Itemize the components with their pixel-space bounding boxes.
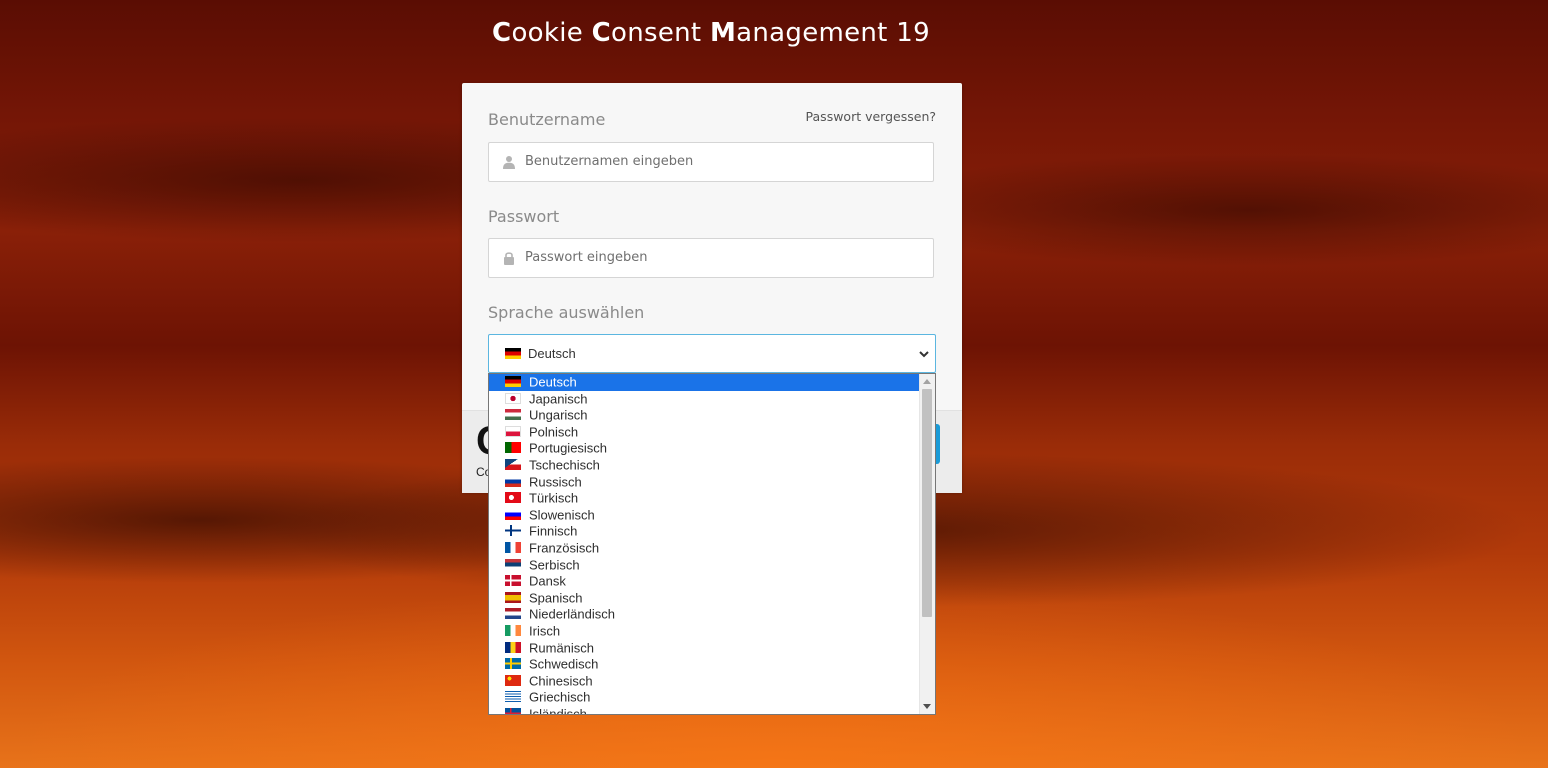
- flag-si-icon: [505, 508, 521, 520]
- flag-fi-icon: [505, 525, 521, 537]
- language-option-label: Türkisch: [529, 490, 579, 506]
- flag-is-icon: [505, 707, 521, 714]
- language-selected-value: Deutsch: [528, 346, 576, 361]
- language-option[interactable]: Niederländisch: [489, 606, 919, 623]
- language-option[interactable]: Polnisch: [489, 424, 919, 441]
- language-dropdown-list[interactable]: Deutsch Japanisch Ungarisch Polnisch Portugi…: [488, 373, 936, 715]
- language-option[interactable]: Tschechisch: [489, 457, 919, 474]
- flag-hu-icon: [505, 409, 521, 421]
- language-option[interactable]: Deutsch: [489, 374, 919, 391]
- flag-gr-icon: [505, 691, 521, 703]
- flag-de-icon: [505, 348, 521, 359]
- language-option[interactable]: Dansk: [489, 573, 919, 590]
- language-option[interactable]: Serbisch: [489, 557, 919, 574]
- language-option-label: Dansk: [529, 573, 566, 589]
- flag-pt-icon: [505, 442, 521, 454]
- username-placeholder: Benutzernamen eingeben: [525, 154, 694, 169]
- forgot-password-link[interactable]: Passwort vergessen?: [806, 109, 936, 124]
- flag-dk-icon: [505, 575, 521, 587]
- language-option-label: Polnisch: [529, 424, 579, 440]
- language-option-label: Deutsch: [529, 374, 577, 390]
- language-option-label: Finnisch: [529, 523, 578, 539]
- language-option[interactable]: Ungarisch: [489, 407, 919, 424]
- flag-cz-icon: [505, 459, 521, 471]
- language-option-label: Serbisch: [529, 556, 580, 572]
- language-option-label: Ungarisch: [529, 407, 588, 423]
- language-option-label: Slowenisch: [529, 507, 595, 523]
- flag-se-icon: [505, 658, 521, 670]
- scroll-up-arrow-icon[interactable]: [923, 379, 931, 384]
- scroll-down-arrow-icon[interactable]: [923, 704, 931, 709]
- language-option-label: Spanisch: [529, 589, 583, 605]
- flag-ie-icon: [505, 624, 521, 636]
- app-title: Cookie Consent Management 19: [0, 18, 1422, 48]
- flag-ru-icon: [505, 475, 521, 487]
- language-option-label: Französisch: [529, 540, 600, 556]
- password-label: Passwort: [488, 207, 560, 226]
- flag-de-icon: [505, 376, 521, 388]
- dropdown-scrollbar[interactable]: [919, 374, 935, 714]
- language-option-label: Niederländisch: [529, 606, 615, 622]
- flag-es-icon: [505, 591, 521, 603]
- language-option[interactable]: Chinesisch: [489, 673, 919, 690]
- lock-icon: [504, 252, 514, 265]
- flag-tr-icon: [505, 492, 521, 504]
- title-part: Cookie: [492, 18, 592, 48]
- flag-pl-icon: [505, 425, 521, 437]
- title-part: Management 19: [709, 18, 930, 48]
- language-option-label: Russisch: [529, 473, 582, 489]
- language-options: Deutsch Japanisch Ungarisch Polnisch Portugi…: [489, 374, 919, 715]
- language-option[interactable]: Rumänisch: [489, 640, 919, 657]
- username-input[interactable]: Benutzernamen eingeben: [488, 142, 934, 182]
- language-option[interactable]: Schwedisch: [489, 656, 919, 673]
- language-option[interactable]: Türkisch: [489, 490, 919, 507]
- language-option-label: Rumänisch: [529, 639, 595, 655]
- flag-nl-icon: [505, 608, 521, 620]
- flag-cn-icon: [505, 674, 521, 686]
- language-option-label: Japanisch: [529, 390, 588, 406]
- language-option[interactable]: Französisch: [489, 540, 919, 557]
- language-select[interactable]: Deutsch: [488, 334, 936, 373]
- language-option[interactable]: Portugiesisch: [489, 440, 919, 457]
- language-option-label: Irisch: [529, 623, 561, 639]
- scroll-thumb[interactable]: [922, 389, 932, 617]
- language-label: Sprache auswählen: [488, 303, 645, 322]
- title-part: Consent: [591, 18, 710, 48]
- language-option[interactable]: Slowenisch: [489, 507, 919, 524]
- language-option[interactable]: Japanisch: [489, 391, 919, 408]
- flag-fr-icon: [505, 542, 521, 553]
- language-option-label: Portugiesisch: [529, 440, 608, 456]
- language-option[interactable]: Finnisch: [489, 523, 919, 540]
- user-icon: [503, 156, 515, 169]
- language-option-label: Schwedisch: [529, 656, 599, 672]
- flag-ro-icon: [505, 641, 521, 653]
- language-option-label: Tschechisch: [529, 457, 600, 473]
- flag-rs-icon: [505, 558, 521, 570]
- language-option-label: Griechisch: [529, 689, 591, 705]
- username-label: Benutzername: [488, 110, 606, 129]
- language-option-label: Chinesisch: [529, 672, 593, 688]
- language-option[interactable]: Russisch: [489, 474, 919, 491]
- language-option[interactable]: Spanisch: [489, 590, 919, 607]
- password-placeholder: Passwort eingeben: [525, 250, 648, 265]
- language-option[interactable]: Griechisch: [489, 689, 919, 706]
- language-option-label: Isländisch: [529, 706, 587, 715]
- language-option[interactable]: Irisch: [489, 623, 919, 640]
- flag-jp-icon: [505, 392, 521, 404]
- language-option[interactable]: Isländisch: [489, 706, 919, 715]
- password-input[interactable]: Passwort eingeben: [488, 238, 934, 278]
- chevron-down-icon: [919, 351, 929, 358]
